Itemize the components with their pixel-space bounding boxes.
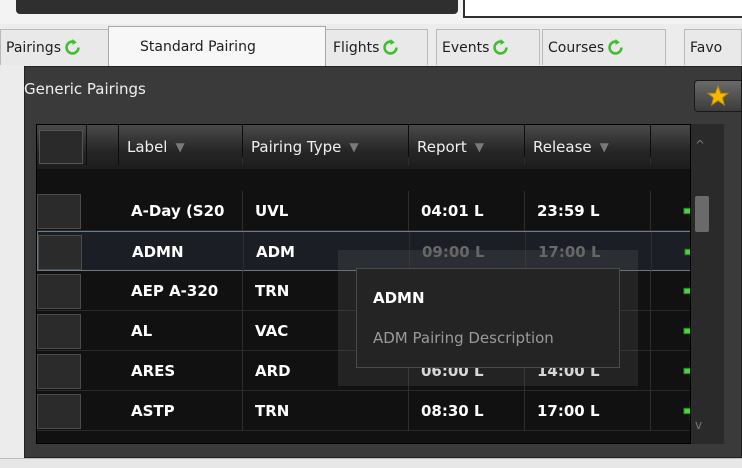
tab-events[interactable]: Events xyxy=(436,29,540,65)
tab-bar: Pairings Standard Pairing Flights Events… xyxy=(0,26,742,66)
tab-label: Courses xyxy=(548,39,605,56)
star-icon xyxy=(707,85,729,107)
funnel-icon[interactable]: ▼ xyxy=(175,140,184,154)
header-overlap-mask xyxy=(37,169,723,191)
tooltip-description: ADM Pairing Description xyxy=(373,329,554,347)
refresh-icon[interactable] xyxy=(607,39,624,56)
app-window: Pairings Standard Pairing Flights Events… xyxy=(0,0,742,468)
row-select-box[interactable] xyxy=(37,354,81,389)
table-row[interactable]: ASTP TRN 08:30 L 17:00 L xyxy=(37,391,723,431)
row-select-box[interactable] xyxy=(37,394,81,429)
tab-flights[interactable]: Flights xyxy=(324,29,428,65)
tab-label: Flights xyxy=(333,39,380,56)
scroll-down-icon[interactable]: v xyxy=(695,418,702,432)
label-cell: ARES xyxy=(119,351,243,391)
top-light-panel xyxy=(463,0,742,18)
tab-label: Favo xyxy=(690,39,723,56)
scroll-up-icon[interactable]: ^ xyxy=(695,138,705,152)
funnel-icon[interactable]: ▼ xyxy=(349,140,358,154)
report-cell: 08:30 L xyxy=(409,391,525,431)
type-cell: TRN xyxy=(243,391,409,431)
refresh-icon[interactable] xyxy=(64,39,81,56)
header-shadow xyxy=(37,165,723,169)
tab-standard-pairing[interactable]: Standard Pairing xyxy=(108,26,326,66)
table-row-hovered[interactable]: ADMN ADM 09:00 L 17:00 L xyxy=(37,231,723,272)
release-cell: 17:00 L xyxy=(525,391,651,431)
tab-label: Events xyxy=(442,39,490,56)
tab-label: Standard Pairing xyxy=(140,38,256,55)
report-cell: 09:00 L xyxy=(410,232,526,272)
vertical-scrollbar[interactable]: ^ v xyxy=(690,124,724,444)
refresh-icon[interactable] xyxy=(492,39,509,56)
release-cell: 23:59 L xyxy=(525,191,651,231)
row-select-box[interactable] xyxy=(38,235,82,270)
funnel-icon[interactable]: ▼ xyxy=(600,140,609,154)
scroll-thumb[interactable] xyxy=(695,196,709,232)
label-cell: ADMN xyxy=(120,232,244,272)
label-cell: A-Day (S20 xyxy=(119,191,243,231)
table-row[interactable]: A-Day (S20 UVL 04:01 L 23:59 L xyxy=(37,191,723,231)
label-cell: AL xyxy=(119,311,243,351)
tab-courses[interactable]: Courses xyxy=(542,29,666,65)
panel-title: Generic Pairings xyxy=(24,80,146,98)
tab-pairings[interactable]: Pairings xyxy=(0,29,110,65)
label-cell: ASTP xyxy=(119,391,243,431)
type-cell: UVL xyxy=(243,191,409,231)
funnel-icon[interactable]: ▼ xyxy=(475,140,484,154)
release-cell: 17:00 L xyxy=(526,232,652,272)
refresh-icon[interactable] xyxy=(382,39,399,56)
row-select-box[interactable] xyxy=(37,194,81,229)
row-select-box[interactable] xyxy=(37,274,81,309)
tooltip-title: ADMN xyxy=(373,289,425,307)
label-cell: AEP A-320 xyxy=(119,271,243,311)
favorite-button[interactable] xyxy=(694,80,742,112)
row-select-box[interactable] xyxy=(37,314,81,349)
tab-favorites[interactable]: Favo xyxy=(684,29,742,65)
report-cell: 04:01 L xyxy=(409,191,525,231)
bottom-bar xyxy=(0,458,742,468)
top-dark-panel xyxy=(16,0,458,14)
top-strip xyxy=(0,0,742,24)
pairing-tooltip: ADMN ADM Pairing Description xyxy=(356,268,620,368)
tab-label: Pairings xyxy=(6,39,61,56)
type-cell: ADM xyxy=(244,232,410,272)
